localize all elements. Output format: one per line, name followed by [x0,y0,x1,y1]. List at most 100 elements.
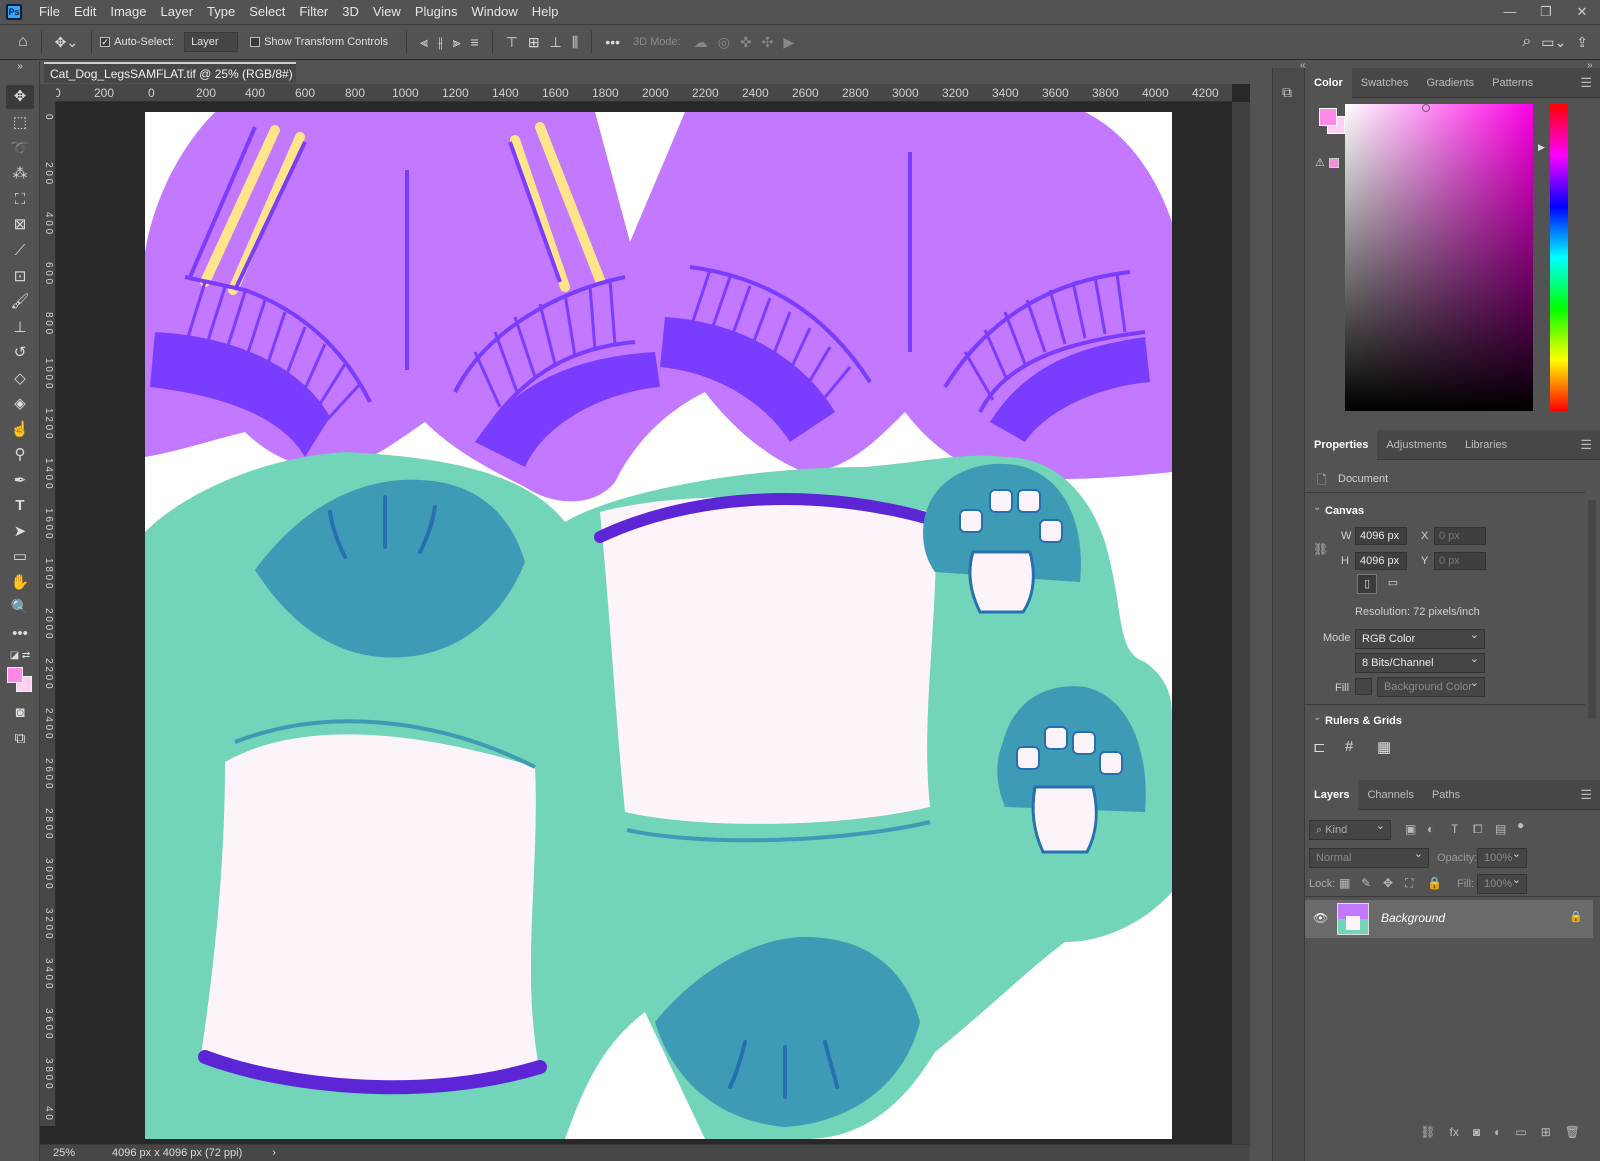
smudge-tool-icon[interactable]: ☝ [6,418,34,442]
panel-menu-icon[interactable]: ☰ [1580,437,1592,453]
grid-toggle-icon[interactable]: # [1345,738,1353,755]
horizontal-ruler[interactable]: 0 200 0 200 400 600 800 1000 1200 1400 1… [56,84,1232,102]
foreground-color-swatch[interactable] [7,667,23,683]
3d-camera-icon[interactable]: ▶ [783,34,794,51]
healing-brush-tool-icon[interactable]: ⊡ [6,265,34,289]
color-panel-foreground-swatch[interactable] [1319,108,1337,126]
tab-color[interactable]: Color [1305,67,1352,98]
layer-visibility-eye-icon[interactable]: 👁 [1313,911,1328,925]
more-options-icon[interactable]: ••• [605,34,620,50]
brush-tool-icon[interactable]: 🖌 [6,290,34,314]
status-menu-arrow-icon[interactable]: › [272,1147,276,1159]
tab-channels[interactable]: Channels [1358,780,1422,810]
clone-stamp-tool-icon[interactable]: ⊥ [6,316,34,340]
menu-layer[interactable]: Layer [154,0,201,24]
document-canvas[interactable] [145,112,1172,1139]
ruler-toggle-icon[interactable]: ⊏ [1313,738,1326,756]
tab-swatches[interactable]: Swatches [1352,68,1418,98]
marquee-tool-icon[interactable]: ⬚ [6,111,34,135]
link-layers-icon[interactable]: ⛓ [1420,1125,1435,1139]
lock-image-icon[interactable]: ✎ [1361,876,1371,890]
pixel-grid-toggle-icon[interactable]: ▦ [1377,738,1391,756]
layer-lock-icon[interactable]: 🔒 [1569,910,1583,923]
eraser-tool-icon[interactable]: ◇ [6,367,34,391]
color-mode-select[interactable]: RGB Color [1355,628,1485,649]
menu-select[interactable]: Select [242,0,292,24]
lock-all-icon[interactable]: 🔒 [1427,876,1442,890]
layer-filter-kind-select[interactable]: ⌕ Kind [1309,819,1391,840]
3d-orbit-icon[interactable]: ☁ [694,34,708,51]
opacity-field[interactable]: 100% [1477,847,1527,868]
portrait-orientation-icon[interactable]: ▯ [1357,574,1377,594]
landscape-orientation-icon[interactable]: ▭ [1383,574,1403,594]
vertical-ruler[interactable]: 0 2 0 0 4 0 0 6 0 0 8 0 0 1 0 0 0 1 2 0 … [40,102,56,1126]
menu-image[interactable]: Image [103,0,153,24]
type-tool-icon[interactable]: T [6,494,34,518]
share-icon[interactable]: ⇪ [1576,34,1588,51]
align-left-icon[interactable]: ⫷ [420,34,428,51]
restore-button[interactable]: ❐ [1528,4,1564,20]
hand-tool-icon[interactable]: ✋ [6,571,34,595]
tab-libraries[interactable]: Libraries [1456,430,1516,460]
menu-filter[interactable]: Filter [292,0,335,24]
hue-slider[interactable] [1550,104,1568,411]
layer-name[interactable]: Background [1381,911,1445,925]
close-window-button[interactable]: ✕ [1564,4,1600,20]
filter-shape-icon[interactable]: ⧠ [1473,822,1483,837]
tab-patterns[interactable]: Patterns [1483,68,1542,98]
tab-paths[interactable]: Paths [1423,780,1469,810]
zoom-tool-icon[interactable]: 🔍 [6,596,34,620]
filter-smart-object-icon[interactable]: ▤ [1495,822,1506,836]
menu-view[interactable]: View [366,0,408,24]
align-top-icon[interactable]: ⊤ [506,34,518,51]
ruler-origin[interactable] [40,84,56,102]
add-mask-icon[interactable]: ◙ [1473,1125,1480,1139]
collapse-toolbar-icon[interactable]: » [6,61,34,73]
move-tool-icon[interactable]: ✥ [6,85,34,109]
out-of-gamut-warning-icon[interactable]: ⚠ [1315,156,1325,169]
paint-bucket-tool-icon[interactable]: ◈ [6,392,34,416]
fill-color-chip[interactable] [1355,678,1372,695]
distribute-vertical-icon[interactable]: ≡ [471,34,479,50]
filter-type-icon[interactable]: T [1451,822,1458,836]
new-layer-icon[interactable]: ⊞ [1541,1125,1551,1139]
menu-type[interactable]: Type [200,0,242,24]
lock-transparent-icon[interactable]: ▦ [1339,876,1350,890]
chevron-down-icon[interactable]: ⌄ [1313,502,1321,513]
hue-slider-handle-icon[interactable]: ▶ [1538,142,1545,153]
y-field[interactable]: 0 px [1434,552,1486,570]
gamut-color-chip[interactable] [1329,158,1339,168]
distribute-horizontal-icon[interactable]: ⫼ [572,34,578,51]
align-middle-v-icon[interactable]: ⊞ [528,34,540,51]
width-field[interactable]: 4096 px [1355,527,1407,545]
lock-position-icon[interactable]: ✥ [1383,876,1393,890]
x-field[interactable]: 0 px [1434,527,1486,545]
align-bottom-icon[interactable]: ⊥ [550,34,562,51]
align-right-icon[interactable]: ⫸ [453,34,461,51]
quick-mask-icon[interactable]: ◙ [6,701,34,725]
link-dimensions-icon[interactable]: ⛓ [1313,542,1328,556]
document-tab[interactable]: Cat_Dog_LegsSAMFLAT.tif @ 25% (RGB/8#) × [44,62,296,102]
workspace-icon[interactable]: ▭⌄ [1541,34,1566,51]
fill-opacity-field[interactable]: 100% [1477,873,1527,894]
lasso-tool-icon[interactable]: ➰ [6,137,34,161]
panel-menu-icon[interactable]: ☰ [1580,787,1592,803]
pen-tool-icon[interactable]: ✒ [6,469,34,493]
3d-pan-icon[interactable]: ✜ [740,34,752,51]
swap-colors-icon[interactable]: ◪ ⇄ [6,650,34,662]
menu-plugins[interactable]: Plugins [408,0,465,24]
filter-toggle-icon[interactable]: ● [1517,818,1524,832]
frame-tool-icon[interactable]: ⊠ [6,213,34,237]
history-brush-tool-icon[interactable]: ↺ [6,341,34,365]
screen-mode-icon[interactable]: ⧉ [6,727,34,751]
layer-style-fx-icon[interactable]: fx [1450,1125,1459,1139]
3d-roll-icon[interactable]: ◎ [718,34,730,51]
eyedropper-tool-icon[interactable]: ⟋ [6,239,34,263]
color-picker-cursor[interactable] [1422,104,1430,112]
crop-tool-icon[interactable]: ⛶ [6,188,34,212]
search-icon[interactable]: ⌕ [1522,33,1531,51]
chevron-down-icon[interactable]: ⌄ [1313,712,1321,723]
fill-select[interactable]: Background Color [1377,676,1485,697]
zoom-level[interactable]: 25% [40,1147,88,1159]
bit-depth-select[interactable]: 8 Bits/Channel [1355,652,1485,673]
